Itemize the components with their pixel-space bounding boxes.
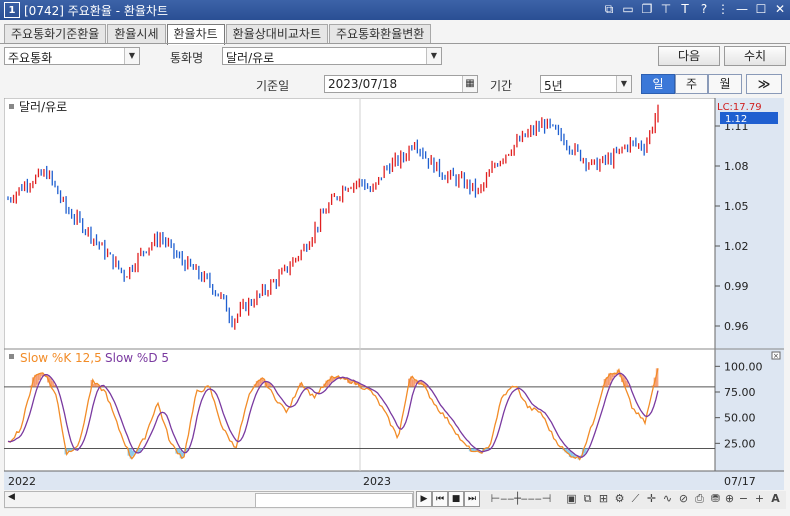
scroll-left-icon[interactable]: ◀ bbox=[8, 492, 15, 502]
chart-background bbox=[4, 98, 784, 490]
daily-button[interactable]: 일 bbox=[641, 74, 675, 94]
current-label: LC:17.79 bbox=[717, 102, 762, 113]
price-chart-title: 달러/유로 bbox=[19, 100, 67, 114]
weekly-button[interactable]: 주 bbox=[675, 74, 708, 94]
overlay-icon[interactable]: ⊘ bbox=[676, 492, 691, 505]
separator-icon: ⋮ bbox=[717, 2, 729, 16]
dock-icon[interactable]: ▭ bbox=[622, 2, 634, 17]
tab-rate-converter[interactable]: 주요통화환율변환 bbox=[329, 24, 432, 43]
zoom-in-icon[interactable]: ⊕ bbox=[722, 492, 737, 505]
slow-d-label: Slow %D 5 bbox=[105, 351, 169, 365]
price-tick-label: 0.96 bbox=[724, 320, 749, 333]
tab-major-base-rate[interactable]: 주요통화기준환율 bbox=[4, 24, 107, 43]
tab-bar: 주요통화기준환율 환율시세 환율차트 환율상대비교차트 주요통화환율변환 bbox=[4, 24, 432, 45]
tab-rate-chart[interactable]: 환율차트 bbox=[166, 24, 225, 45]
zoom-slider[interactable]: ⊢‒‒┼‒‒‒⊣ bbox=[486, 492, 556, 505]
stoch-tick-label: 100.00 bbox=[724, 360, 763, 373]
date-value: 2023/07/18 bbox=[328, 77, 398, 91]
category-select[interactable]: 주요통화 ▼ bbox=[4, 47, 140, 65]
chart-type-icon[interactable]: ▣ bbox=[564, 492, 579, 505]
monthly-button[interactable]: 월 bbox=[708, 74, 742, 94]
add-icon[interactable]: + bbox=[752, 492, 767, 505]
font-size-icon[interactable]: A bbox=[768, 492, 783, 505]
period-select[interactable]: 5년 ▼ bbox=[540, 75, 632, 93]
price-pane-marker-icon bbox=[9, 104, 14, 109]
stop-button[interactable]: ■ bbox=[448, 491, 464, 507]
current-value: 1.12 bbox=[725, 114, 747, 125]
currency-value: 달러/유로 bbox=[226, 51, 275, 65]
last-button[interactable]: ⏭ bbox=[464, 491, 480, 507]
pin-icon[interactable]: ⊤ bbox=[660, 2, 672, 17]
tab-rate-quote[interactable]: 환율시세 bbox=[107, 24, 166, 43]
last-date-label: 07/17 bbox=[724, 475, 756, 488]
period-label: 기간 bbox=[490, 79, 513, 93]
price-tick-label: 1.08 bbox=[724, 160, 749, 173]
tab-relative-chart[interactable]: 환율상대비교차트 bbox=[225, 24, 328, 43]
crosshair-icon[interactable]: ✛ bbox=[644, 492, 659, 505]
stoch-pane-marker-icon bbox=[9, 354, 14, 359]
stoch-tick-label: 75.00 bbox=[724, 386, 756, 399]
font-icon[interactable]: T bbox=[679, 2, 691, 17]
indicator-icon[interactable]: ∿ bbox=[660, 492, 675, 505]
chart-scrollbar[interactable]: ◀ bbox=[4, 491, 414, 508]
close-icon[interactable]: ✕ bbox=[774, 2, 786, 17]
print-icon[interactable]: ⎙ bbox=[692, 492, 707, 506]
rate-chart[interactable]: 1.111.081.051.020.990.96 달러/유로 LC:17.79 … bbox=[4, 98, 784, 490]
next-button[interactable]: 다음 bbox=[658, 46, 720, 66]
tab-divider bbox=[0, 43, 790, 44]
category-value: 주요통화 bbox=[8, 51, 53, 65]
compare-icon[interactable]: ⊞ bbox=[596, 492, 611, 505]
link-icon[interactable]: ⧉ bbox=[603, 2, 615, 17]
stoch-tick-label: 25.00 bbox=[724, 437, 756, 450]
period-value: 5년 bbox=[544, 79, 563, 93]
title-bar[interactable]: 1 [0742] 주요환율 - 환율차트 ⧉ ▭ ❐ ⊤ T ? ⋮ — ☐ ✕ bbox=[0, 0, 790, 20]
pane-close-glyph: × bbox=[773, 352, 779, 360]
slow-k-label: Slow %K 12,5 bbox=[20, 351, 102, 365]
scroll-right-button[interactable]: ▶ bbox=[416, 491, 432, 507]
x-label-2022: 2022 bbox=[8, 475, 36, 488]
expand-button[interactable]: ≫ bbox=[746, 74, 782, 94]
window-title: [0742] 주요환율 - 환율차트 bbox=[24, 3, 168, 18]
chevron-down-icon[interactable]: ▼ bbox=[616, 76, 631, 92]
trendline-icon[interactable]: ⟋ bbox=[628, 492, 643, 506]
chevron-down-icon[interactable]: ▼ bbox=[426, 48, 441, 64]
title-bar-icons: ⧉ ▭ ❐ ⊤ T ? ⋮ — ☐ ✕ bbox=[603, 2, 786, 17]
window-number-badge: 1 bbox=[4, 2, 20, 18]
x-axis-panel bbox=[4, 471, 715, 490]
window: 1 [0742] 주요환율 - 환율차트 ⧉ ▭ ❐ ⊤ T ? ⋮ — ☐ ✕… bbox=[0, 0, 790, 516]
y-axis-panel bbox=[715, 98, 784, 490]
zoom-out-icon[interactable]: − bbox=[736, 492, 751, 505]
date-input[interactable]: 2023/07/18 ▦ bbox=[324, 75, 478, 93]
price-tick-label: 1.02 bbox=[724, 240, 749, 253]
stoch-tick-label: 50.00 bbox=[724, 412, 756, 425]
x-label-2023: 2023 bbox=[363, 475, 391, 488]
save-icon[interactable]: ⛃ bbox=[708, 492, 723, 505]
first-button[interactable]: ⏮ bbox=[432, 491, 448, 507]
price-tick-label: 0.99 bbox=[724, 280, 749, 293]
date-label: 기준일 bbox=[256, 79, 290, 93]
calendar-icon[interactable]: ▦ bbox=[462, 76, 477, 92]
copy-icon[interactable]: ❐ bbox=[641, 2, 653, 17]
currency-select[interactable]: 달러/유로 ▼ bbox=[222, 47, 442, 65]
values-button[interactable]: 수치 bbox=[724, 46, 786, 66]
copy-chart-icon[interactable]: ⧉ bbox=[580, 492, 595, 506]
maximize-icon[interactable]: ☐ bbox=[755, 2, 767, 17]
help-icon[interactable]: ? bbox=[698, 2, 710, 17]
minimize-icon[interactable]: — bbox=[736, 2, 748, 17]
bottom-toolbar: ◀ ▶ ⏮ ■ ⏭ ⊢‒‒┼‒‒‒⊣ ▣ ⧉ ⊞ ⚙ ⟋ ✛ ∿ ⊘ ⎙ ⛃ ⊕… bbox=[4, 491, 786, 509]
currency-label: 통화명 bbox=[170, 51, 204, 65]
scroll-thumb[interactable] bbox=[255, 493, 413, 508]
chevron-down-icon[interactable]: ▼ bbox=[124, 48, 139, 64]
settings-icon[interactable]: ⚙ bbox=[612, 492, 627, 505]
price-tick-label: 1.05 bbox=[724, 200, 749, 213]
